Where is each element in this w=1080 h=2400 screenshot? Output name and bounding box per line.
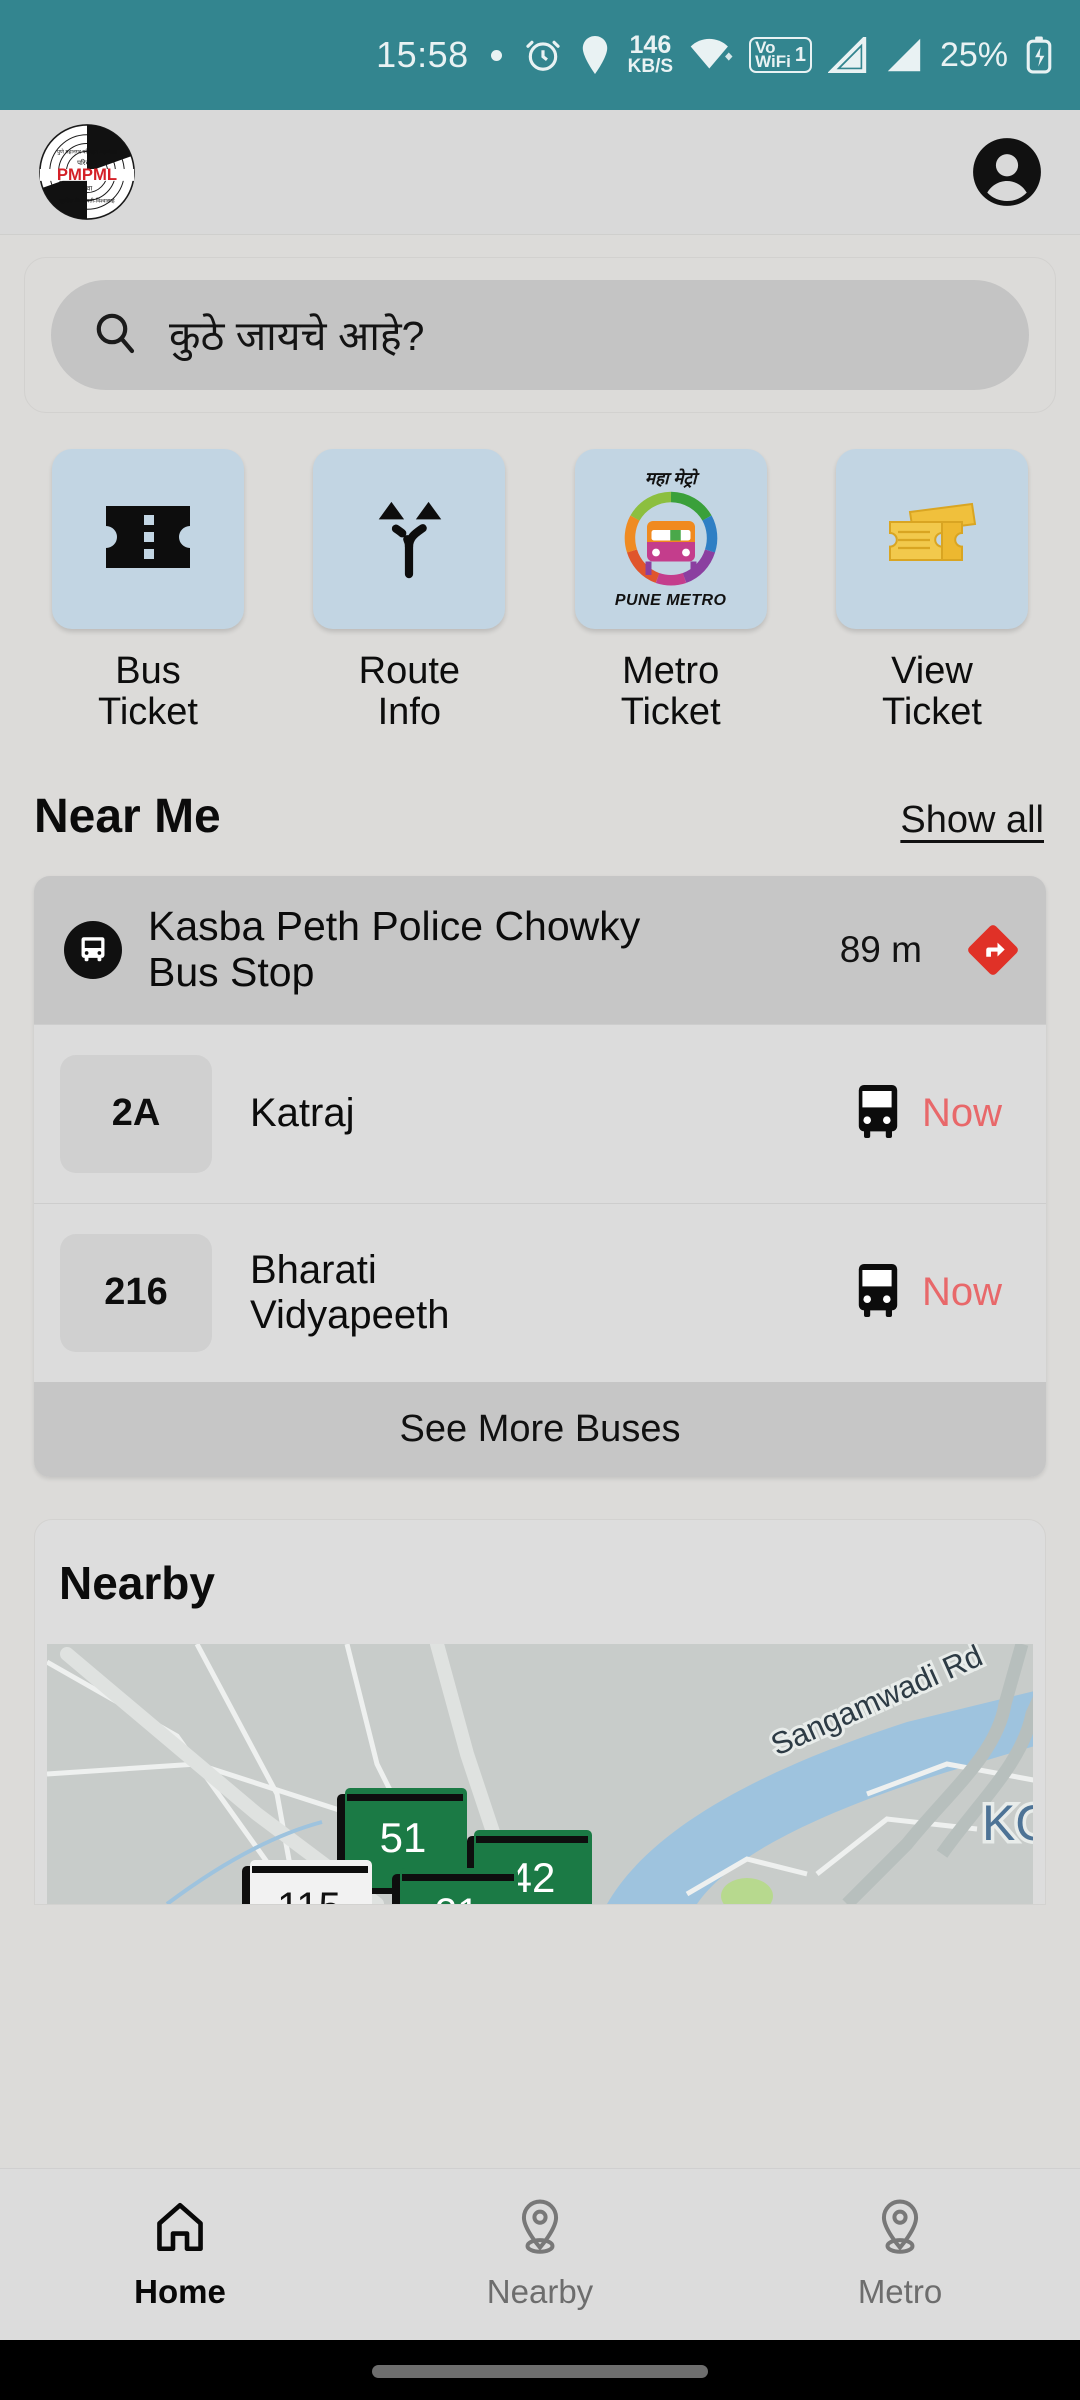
stop-name: Kasba Peth Police Chowky Bus Stop — [148, 903, 641, 995]
map-bus-marker: 115 — [242, 1859, 372, 1904]
see-more-buses-button[interactable]: See More Buses — [34, 1381, 1046, 1477]
nearby-stop-card: Kasba Peth Police Chowky Bus Stop 89 m 2… — [34, 876, 1046, 1477]
view-ticket-tile[interactable] — [835, 449, 1028, 629]
svg-text:21: 21 — [435, 1891, 480, 1904]
svg-text:51: 51 — [380, 1814, 427, 1861]
bus-eta-group: Now — [854, 1083, 1016, 1144]
route-number-chip: 2A — [60, 1054, 212, 1173]
bus-front-icon — [854, 1262, 900, 1323]
network-speed-indicator: 146 KB/S — [627, 31, 674, 77]
nav-label: Nearby — [486, 2273, 594, 2310]
app-screen: 15:58 146 KB/S Vo WiFi 1 25% पुणे महानगर… — [0, 0, 1080, 2400]
pmpml-logo[interactable]: पुणे महानगर परिवहन महामंडळ परिवहन सेवा स… — [24, 118, 150, 226]
near-me-title: Near Me — [34, 790, 221, 844]
location-icon — [578, 36, 612, 74]
stop-header[interactable]: Kasba Peth Police Chowky Bus Stop 89 m — [34, 876, 1046, 1024]
nav-tab-metro[interactable]: Metro — [720, 2198, 1080, 2311]
bus-destination: Bharati Vidyapeeth — [250, 1248, 450, 1337]
quick-actions-row: Bus Ticket Route Info महा मेट्रो PUNE ME… — [0, 413, 1080, 733]
svg-text:सेवा: सेवा — [82, 184, 92, 193]
quick-action-label: Route Info — [358, 650, 461, 734]
metro-ticket-tile[interactable]: महा मेट्रो PUNE METRO — [574, 449, 767, 629]
status-bar: 15:58 146 KB/S Vo WiFi 1 25% — [0, 0, 1080, 110]
show-all-link[interactable]: Show all — [900, 799, 1044, 842]
gesture-navigation-bar — [0, 2340, 1080, 2400]
tickets-icon — [884, 500, 980, 579]
svg-text:115: 115 — [277, 1885, 341, 1904]
route-info-tile[interactable] — [313, 449, 506, 629]
map-area-label: KO — [982, 1795, 1033, 1851]
quick-action-view-ticket[interactable]: View Ticket — [835, 449, 1028, 734]
signal-icon — [884, 37, 924, 73]
location-pin-icon — [872, 2198, 928, 2261]
notification-dot-icon — [490, 49, 502, 61]
nav-label: Home — [134, 2273, 226, 2310]
app-header: पुणे महानगर परिवहन महामंडळ परिवहन सेवा स… — [0, 110, 1080, 235]
gesture-pill[interactable] — [372, 2365, 708, 2378]
bus-row[interactable]: 2A Katraj Now — [34, 1023, 1046, 1203]
bus-ticket-tile[interactable] — [52, 449, 244, 629]
bus-eta: Now — [921, 1270, 1002, 1315]
location-pin-icon — [512, 2198, 568, 2261]
bus-eta: Now — [921, 1091, 1002, 1136]
route-number-chip: 216 — [60, 1233, 212, 1352]
quick-action-label: Bus Ticket — [98, 650, 198, 734]
quick-action-label: Metro Ticket — [620, 650, 721, 734]
account-avatar[interactable] — [970, 135, 1044, 209]
wifi-icon — [689, 36, 733, 74]
search-card: कुठे जायचे आहे? — [24, 257, 1056, 413]
svg-text:सुरक्षित-किफायती-विश्वासार्ह: सुरक्षित-किफायती-विश्वासार्ह — [59, 197, 115, 204]
directions-icon[interactable] — [966, 923, 1020, 977]
search-input[interactable]: कुठे जायचे आहे? — [51, 280, 1029, 390]
quick-action-metro-ticket[interactable]: महा मेट्रो PUNE METRO Metro Ticket — [574, 449, 767, 734]
svg-text:PMPML: PMPML — [57, 165, 117, 184]
svg-text:पुणे महानगर परिवहन महामंडळ: पुणे महानगर परिवहन महामंडळ — [57, 148, 118, 155]
nav-tab-nearby[interactable]: Nearby — [360, 2198, 720, 2311]
bus-stop-icon — [64, 920, 122, 979]
nav-label: Metro — [857, 2273, 943, 2310]
status-bar-clock: 15:58 — [376, 34, 469, 75]
near-me-header: Near Me Show all — [0, 733, 1080, 844]
metro-logo-bottom-text: PUNE METRO — [614, 592, 727, 609]
quick-action-label: View Ticket — [882, 650, 982, 734]
nav-tab-home[interactable]: Home — [0, 2198, 360, 2311]
quick-action-bus-ticket[interactable]: Bus Ticket — [52, 449, 244, 733]
search-icon — [91, 309, 139, 362]
battery-percent-label: 25% — [939, 35, 1008, 74]
bus-eta-group: Now — [854, 1262, 1016, 1323]
bus-destination: Katraj — [250, 1091, 355, 1136]
ticket-icon — [102, 502, 194, 577]
search-placeholder: कुठे जायचे आहे? — [169, 313, 425, 359]
home-icon — [151, 2198, 209, 2261]
map-bus-marker: 21 — [392, 1867, 518, 1904]
nearby-map[interactable]: Sangamwadi Rd KO 51 42 — [47, 1643, 1033, 1904]
stop-distance: 89 m — [839, 928, 922, 970]
bus-row[interactable]: 216 Bharati Vidyapeeth Now — [34, 1202, 1046, 1382]
bottom-navigation: Home Nearby Metro — [0, 2168, 1080, 2340]
quick-action-route-info[interactable]: Route Info — [313, 449, 506, 734]
nearby-card: Nearby Sangamwadi Rd K 51 42 — [34, 1518, 1046, 1905]
route-fork-icon — [366, 494, 452, 585]
signal-icon — [827, 37, 868, 73]
vowifi-icon: Vo WiFi 1 — [749, 36, 812, 74]
alarm-icon — [524, 36, 562, 74]
battery-charging-icon — [1024, 35, 1054, 75]
bus-front-icon — [854, 1083, 900, 1144]
pune-metro-logo-icon: महा मेट्रो PUNE METRO — [596, 464, 746, 614]
nearby-title: Nearby — [59, 1556, 215, 1609]
